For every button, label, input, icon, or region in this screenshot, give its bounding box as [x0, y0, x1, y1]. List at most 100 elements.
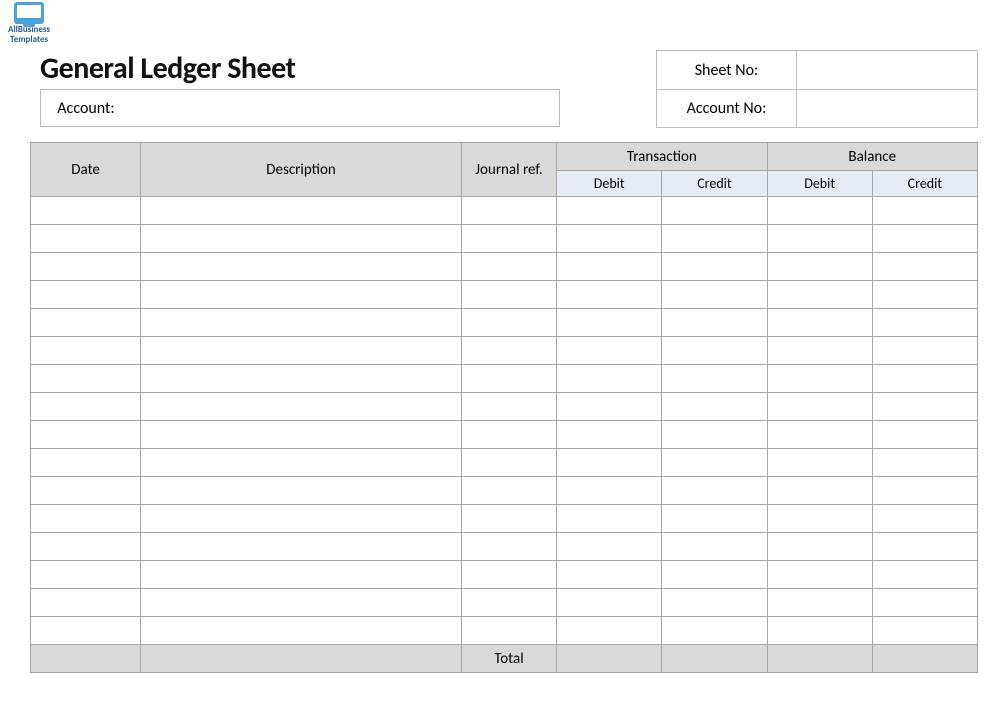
cell-b-debit[interactable]: [767, 477, 872, 505]
cell-journal-ref[interactable]: [461, 589, 556, 617]
cell-b-debit[interactable]: [767, 365, 872, 393]
cell-date[interactable]: [31, 477, 141, 505]
cell-journal-ref[interactable]: [461, 533, 556, 561]
cell-description[interactable]: [141, 253, 462, 281]
cell-description[interactable]: [141, 589, 462, 617]
cell-t-credit[interactable]: [662, 225, 767, 253]
cell-b-credit[interactable]: [872, 449, 977, 477]
cell-t-debit[interactable]: [557, 197, 662, 225]
cell-t-debit[interactable]: [557, 253, 662, 281]
cell-description[interactable]: [141, 421, 462, 449]
cell-b-credit[interactable]: [872, 589, 977, 617]
cell-t-debit[interactable]: [557, 617, 662, 645]
cell-b-credit[interactable]: [872, 393, 977, 421]
cell-date[interactable]: [31, 393, 141, 421]
cell-description[interactable]: [141, 449, 462, 477]
cell-t-debit[interactable]: [557, 225, 662, 253]
cell-t-credit[interactable]: [662, 561, 767, 589]
cell-t-debit[interactable]: [557, 337, 662, 365]
cell-journal-ref[interactable]: [461, 365, 556, 393]
cell-t-credit[interactable]: [662, 505, 767, 533]
cell-b-credit[interactable]: [872, 533, 977, 561]
cell-date[interactable]: [31, 561, 141, 589]
cell-b-debit[interactable]: [767, 309, 872, 337]
cell-b-debit[interactable]: [767, 281, 872, 309]
cell-b-credit[interactable]: [872, 253, 977, 281]
cell-b-debit[interactable]: [767, 449, 872, 477]
cell-b-debit[interactable]: [767, 225, 872, 253]
cell-journal-ref[interactable]: [461, 225, 556, 253]
cell-journal-ref[interactable]: [461, 197, 556, 225]
cell-date[interactable]: [31, 225, 141, 253]
cell-b-credit[interactable]: [872, 561, 977, 589]
account-value[interactable]: [131, 90, 559, 126]
cell-journal-ref[interactable]: [461, 477, 556, 505]
cell-t-credit[interactable]: [662, 309, 767, 337]
cell-b-debit[interactable]: [767, 533, 872, 561]
cell-t-debit[interactable]: [557, 561, 662, 589]
cell-t-debit[interactable]: [557, 505, 662, 533]
cell-b-debit[interactable]: [767, 337, 872, 365]
cell-description[interactable]: [141, 225, 462, 253]
cell-journal-ref[interactable]: [461, 337, 556, 365]
cell-t-credit[interactable]: [662, 365, 767, 393]
cell-t-credit[interactable]: [662, 589, 767, 617]
cell-date[interactable]: [31, 253, 141, 281]
cell-b-credit[interactable]: [872, 421, 977, 449]
cell-b-debit[interactable]: [767, 589, 872, 617]
cell-t-credit[interactable]: [662, 253, 767, 281]
cell-b-credit[interactable]: [872, 365, 977, 393]
cell-journal-ref[interactable]: [461, 449, 556, 477]
cell-description[interactable]: [141, 281, 462, 309]
cell-t-credit[interactable]: [662, 197, 767, 225]
cell-description[interactable]: [141, 309, 462, 337]
cell-journal-ref[interactable]: [461, 561, 556, 589]
cell-date[interactable]: [31, 421, 141, 449]
cell-b-debit[interactable]: [767, 561, 872, 589]
account-no-value[interactable]: [797, 89, 977, 127]
cell-t-debit[interactable]: [557, 477, 662, 505]
cell-journal-ref[interactable]: [461, 281, 556, 309]
cell-description[interactable]: [141, 617, 462, 645]
cell-b-debit[interactable]: [767, 617, 872, 645]
cell-b-debit[interactable]: [767, 505, 872, 533]
cell-t-debit[interactable]: [557, 449, 662, 477]
cell-date[interactable]: [31, 197, 141, 225]
cell-b-credit[interactable]: [872, 337, 977, 365]
cell-journal-ref[interactable]: [461, 393, 556, 421]
cell-t-debit[interactable]: [557, 533, 662, 561]
cell-b-credit[interactable]: [872, 281, 977, 309]
cell-description[interactable]: [141, 365, 462, 393]
cell-b-credit[interactable]: [872, 477, 977, 505]
cell-b-credit[interactable]: [872, 505, 977, 533]
cell-b-debit[interactable]: [767, 197, 872, 225]
cell-date[interactable]: [31, 281, 141, 309]
cell-t-debit[interactable]: [557, 281, 662, 309]
cell-date[interactable]: [31, 505, 141, 533]
cell-t-debit[interactable]: [557, 393, 662, 421]
cell-t-credit[interactable]: [662, 421, 767, 449]
cell-b-debit[interactable]: [767, 253, 872, 281]
cell-date[interactable]: [31, 337, 141, 365]
cell-b-credit[interactable]: [872, 197, 977, 225]
cell-description[interactable]: [141, 533, 462, 561]
cell-b-debit[interactable]: [767, 421, 872, 449]
cell-date[interactable]: [31, 589, 141, 617]
cell-t-credit[interactable]: [662, 337, 767, 365]
cell-t-debit[interactable]: [557, 421, 662, 449]
cell-date[interactable]: [31, 309, 141, 337]
cell-t-credit[interactable]: [662, 281, 767, 309]
cell-journal-ref[interactable]: [461, 253, 556, 281]
cell-journal-ref[interactable]: [461, 309, 556, 337]
cell-description[interactable]: [141, 477, 462, 505]
cell-description[interactable]: [141, 561, 462, 589]
cell-journal-ref[interactable]: [461, 505, 556, 533]
cell-b-debit[interactable]: [767, 393, 872, 421]
cell-t-credit[interactable]: [662, 477, 767, 505]
cell-description[interactable]: [141, 197, 462, 225]
cell-t-credit[interactable]: [662, 393, 767, 421]
cell-t-debit[interactable]: [557, 589, 662, 617]
cell-t-credit[interactable]: [662, 533, 767, 561]
sheet-no-value[interactable]: [797, 51, 977, 89]
cell-description[interactable]: [141, 505, 462, 533]
